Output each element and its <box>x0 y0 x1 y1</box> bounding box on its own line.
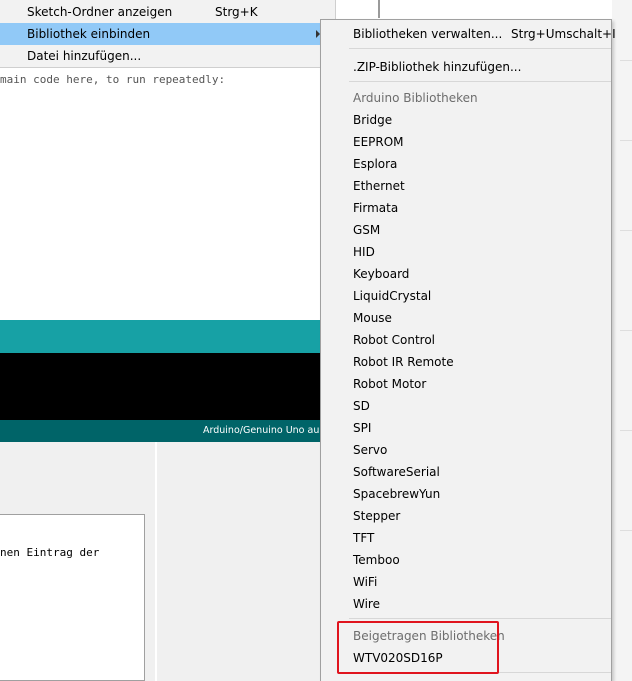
library-item[interactable]: EEPROM <box>353 131 404 153</box>
library-item[interactable]: Robot Motor <box>353 373 426 395</box>
library-item[interactable]: Mouse <box>353 307 392 329</box>
library-item[interactable]: HID <box>353 241 375 263</box>
menu-separator <box>349 48 611 49</box>
menu-item-show-sketch-folder[interactable]: Sketch-Ordner anzeigen Strg+K <box>0 1 335 23</box>
menu-item-add-zip-library[interactable]: .ZIP-Bibliothek hinzufügen... <box>353 56 521 78</box>
library-item[interactable]: SpacebrewYun <box>353 483 440 505</box>
menu-item-include-library[interactable]: Bibliothek einbinden <box>0 23 335 45</box>
library-item[interactable]: Temboo <box>353 549 400 571</box>
dialog-text: nen Eintrag der <box>0 546 100 559</box>
library-item[interactable]: Robot Control <box>353 329 435 351</box>
sketch-menu: Sketch-Ordner anzeigen Strg+K Bibliothek… <box>0 0 336 68</box>
annotation-highlight-box <box>337 621 499 674</box>
library-item[interactable]: SD <box>353 395 370 417</box>
message-bar <box>0 320 320 353</box>
library-item[interactable]: WiFi <box>353 571 377 593</box>
library-item[interactable]: Bridge <box>353 109 392 131</box>
board-status-text: Arduino/Genuino Uno au <box>203 425 320 436</box>
menu-separator <box>349 618 611 619</box>
library-item[interactable]: SoftwareSerial <box>353 461 440 483</box>
panel-divider <box>155 442 157 681</box>
library-item[interactable]: Servo <box>353 439 387 461</box>
library-item[interactable]: GSM <box>353 219 380 241</box>
library-item[interactable]: Esplora <box>353 153 397 175</box>
menu-item-manage-libraries[interactable]: Bibliotheken verwalten... <box>353 23 502 45</box>
library-item[interactable]: SPI <box>353 417 371 439</box>
dialog-text-panel <box>0 514 145 681</box>
window-divider <box>378 0 380 18</box>
library-item[interactable]: TFT <box>353 527 374 549</box>
manage-libraries-shortcut: Strg+Umschalt+I <box>511 27 616 41</box>
library-item[interactable]: Keyboard <box>353 263 409 285</box>
library-item[interactable]: LiquidCrystal <box>353 285 431 307</box>
library-item[interactable]: Firmata <box>353 197 398 219</box>
include-library-submenu: Bibliotheken verwalten... Strg+Umschalt+… <box>320 19 616 681</box>
menu-separator <box>349 81 611 82</box>
code-line: main code here, to run repeatedly: <box>0 73 226 86</box>
status-bar: Arduino/Genuino Uno au <box>0 420 320 442</box>
library-item[interactable]: Robot IR Remote <box>353 351 454 373</box>
library-item[interactable]: Ethernet <box>353 175 405 197</box>
library-item[interactable]: Stepper <box>353 505 400 527</box>
menu-item-add-file[interactable]: Datei hinzufügen... <box>0 45 335 67</box>
background-window-edge <box>612 0 632 681</box>
console-output <box>0 353 320 420</box>
library-item[interactable]: Wire <box>353 593 380 615</box>
arduino-libraries-header: Arduino Bibliotheken <box>353 91 478 105</box>
